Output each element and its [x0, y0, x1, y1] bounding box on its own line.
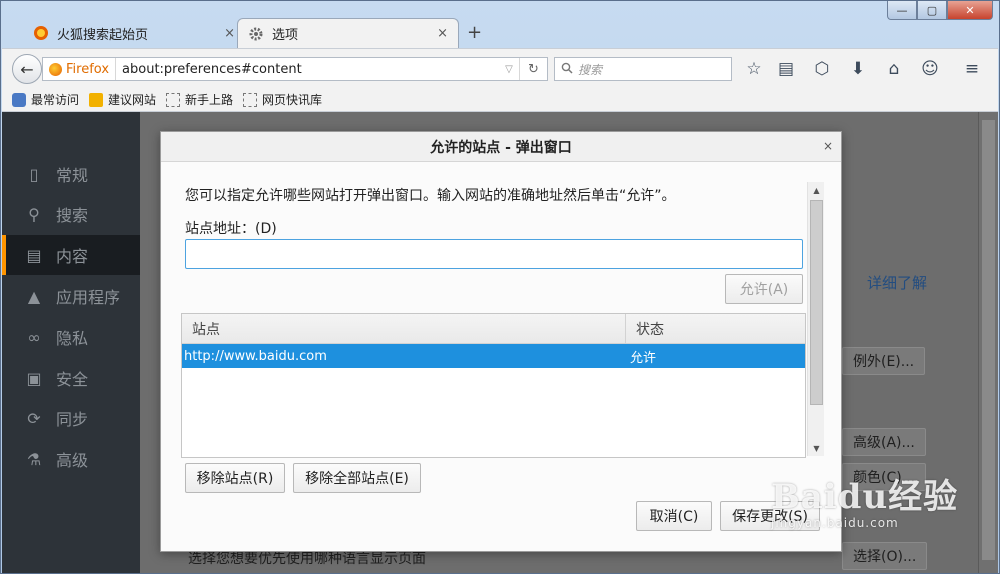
watermark-main: Baidu经验 [771, 477, 959, 517]
sidebar-item-label: 应用程序 [56, 288, 121, 307]
identity-label: Firefox [66, 61, 110, 77]
bookmark-getting-started[interactable]: 新手上路 [166, 91, 233, 108]
tab-strip: 火狐搜索起始页 × 选项 × + [9, 18, 989, 48]
home-icon[interactable]: ⌂ [882, 57, 906, 81]
scrollbar-thumb[interactable] [982, 120, 995, 560]
watermark-sub: jingyan.baidu.com [771, 516, 899, 530]
bookmark-star-icon[interactable]: ☆ [742, 57, 766, 81]
baidu-watermark: Baidu经验 jingyan.baidu.com [771, 469, 971, 549]
pocket-icon[interactable]: ⬡ [810, 57, 834, 81]
navigation-toolbar: ← Firefox about:preferences#content ▽ ↻ … [2, 48, 998, 88]
search-icon [561, 62, 573, 77]
bookmarks-toolbar: 最常访问 建议网站 新手上路 网页快讯库 [2, 88, 998, 112]
identity-box[interactable]: Firefox [43, 58, 117, 80]
bing-icon [89, 92, 104, 107]
site-cell: http://www.baidu.com [184, 348, 327, 364]
back-arrow-icon: ← [20, 59, 34, 79]
url-text[interactable]: about:preferences#content [116, 62, 499, 77]
content-icon: ▤ [26, 245, 42, 265]
sidebar-item-label: 高级 [56, 451, 89, 470]
url-dropdown-icon[interactable]: ▽ [499, 64, 519, 75]
back-button[interactable]: ← [12, 54, 42, 84]
lock-icon: ▣ [26, 368, 42, 388]
sidebar-item-content[interactable]: ▤ 内容 [2, 235, 140, 275]
scroll-up-icon[interactable]: ▲ [808, 182, 825, 198]
menu-hamburger-icon[interactable]: ≡ [960, 57, 984, 81]
page-icon [166, 92, 181, 107]
wizard-hat-icon: ⚗ [26, 449, 42, 469]
scrollbar-thumb[interactable] [810, 200, 823, 405]
tab-firefox-start[interactable]: 火狐搜索起始页 × [23, 18, 245, 48]
bookmark-label: 网页快讯库 [262, 93, 323, 107]
download-icon[interactable]: ⬇ [846, 57, 870, 81]
sidebar-item-label: 隐私 [56, 329, 89, 348]
mask-icon: ∞ [27, 327, 41, 347]
advanced-font-button[interactable]: 高级(A)... [842, 428, 926, 456]
column-header-status[interactable]: 状态 [626, 314, 805, 343]
exceptions-button[interactable]: 例外(E)... [842, 347, 926, 375]
sidebar-item-sync[interactable]: ⟳ 同步 [2, 398, 140, 438]
status-cell: 允许 [630, 350, 657, 366]
search-placeholder: 搜索 [578, 62, 603, 77]
sidebar-item-label: 安全 [56, 370, 89, 389]
smiley-icon[interactable]: ☺ [918, 57, 942, 81]
dialog-title: 允许的站点 - 弹出窗口 [161, 132, 841, 162]
most-visited-icon [12, 92, 26, 107]
sidebar-item-label: 同步 [56, 410, 89, 429]
tab-close-icon[interactable]: × [224, 26, 235, 41]
browser-window: — ▢ ✕ 火狐搜索起始页 × 选项 × + ← Firefox about:p… [0, 0, 1000, 574]
bookmark-label: 最常访问 [31, 93, 80, 107]
sidebar-item-advanced[interactable]: ⚗ 高级 [2, 439, 140, 479]
scroll-down-icon[interactable]: ▼ [808, 440, 825, 456]
sidebar-item-search[interactable]: ⚲ 搜索 [2, 194, 140, 234]
bookmarks-menu-icon[interactable]: ▤ [774, 57, 798, 81]
firefox-icon [33, 25, 49, 41]
page-icon [243, 92, 258, 107]
allowed-sites-dialog: 允许的站点 - 弹出窗口 × 您可以指定允许哪些网站打开弹出窗口。输入网站的准确… [160, 131, 842, 552]
tab-close-icon[interactable]: × [437, 26, 448, 41]
column-header-site[interactable]: 站点 [182, 314, 626, 343]
reload-icon[interactable]: ↻ [519, 58, 547, 80]
sites-table: 站点 状态 http://www.baidu.com 允许 [181, 313, 806, 458]
sidebar-item-label: 内容 [56, 247, 89, 266]
site-address-input[interactable] [185, 239, 803, 269]
search-input[interactable]: 搜索 [554, 57, 732, 81]
bookmark-suggested-sites[interactable]: 建议网站 [89, 91, 156, 108]
bookmark-most-visited[interactable]: 最常访问 [12, 91, 79, 108]
remove-all-sites-button[interactable]: 移除全部站点(E) [293, 463, 421, 493]
sidebar-item-label: 搜索 [56, 206, 89, 225]
tab-options[interactable]: 选项 × [237, 18, 459, 48]
firefox-icon [49, 62, 62, 76]
dialog-scrollbar[interactable]: ▲ ▼ [807, 182, 824, 456]
sidebar-item-applications[interactable]: ▲ 应用程序 [2, 276, 140, 316]
sidebar-item-privacy[interactable]: ∞ 隐私 [2, 317, 140, 357]
sidebar-item-general[interactable]: ▯ 常规 [2, 154, 140, 194]
learn-more-link[interactable]: 详细了解 [867, 272, 927, 293]
gear-icon [248, 26, 264, 42]
tab-label: 选项 [272, 28, 299, 43]
table-row[interactable]: http://www.baidu.com 允许 [182, 344, 805, 368]
preferences-sidebar: ▯ 常规 ⚲ 搜索 ▤ 内容 ▲ 应用程序 ∞ 隐私 ▣ 安全 ⟳ 同步 ⚗ 高… [2, 112, 140, 573]
search-icon: ⚲ [28, 204, 40, 224]
close-icon[interactable]: × [823, 139, 833, 153]
dialog-description: 您可以指定允许哪些网站打开弹出窗口。输入网站的准确地址然后单击“允许”。 [185, 188, 676, 204]
cancel-button[interactable]: 取消(C) [636, 501, 712, 531]
table-header: 站点 状态 [182, 314, 805, 344]
sidebar-item-security[interactable]: ▣ 安全 [2, 358, 140, 398]
bookmark-label: 新手上路 [185, 93, 234, 107]
remove-site-button[interactable]: 移除站点(R) [185, 463, 285, 493]
new-tab-button[interactable]: + [467, 22, 482, 43]
tab-label: 火狐搜索起始页 [57, 27, 149, 43]
sync-icon: ⟳ [27, 408, 41, 428]
rocket-icon: ▲ [27, 286, 41, 306]
page-scrollbar[interactable] [978, 112, 998, 573]
bookmark-web-slice-gallery[interactable]: 网页快讯库 [243, 91, 322, 108]
url-bar[interactable]: Firefox about:preferences#content ▽ ↻ [42, 57, 548, 81]
general-icon: ▯ [29, 164, 39, 184]
site-address-label: 站点地址：(D) [185, 221, 277, 237]
bookmark-label: 建议网站 [108, 93, 157, 107]
sidebar-item-label: 常规 [56, 166, 89, 185]
allow-button[interactable]: 允许(A) [725, 274, 803, 304]
